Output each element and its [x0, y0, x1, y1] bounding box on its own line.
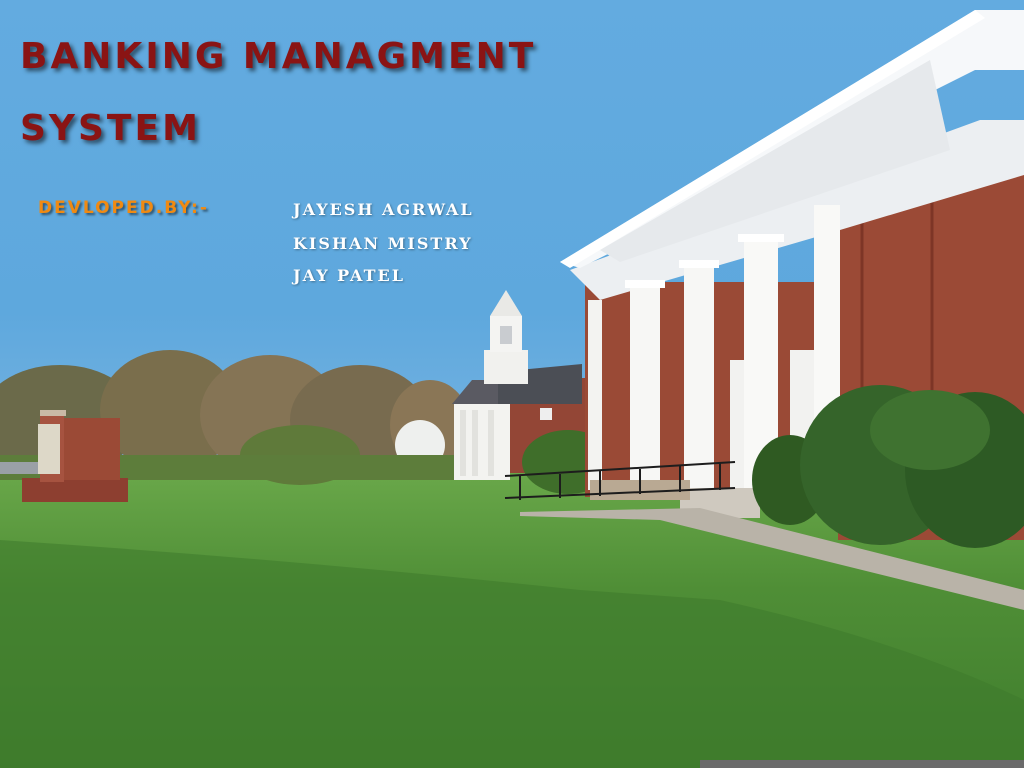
developed-by-label: DEVLOPED.BY:- — [38, 198, 209, 218]
developer-name: JAYESH AGRWAL — [293, 200, 474, 219]
curb — [700, 760, 1024, 768]
developer-name: KISHAN MISTRY — [293, 234, 473, 253]
road — [0, 462, 40, 474]
title-line-1: BANKING MANAGMENT — [20, 36, 537, 77]
developer-name: JAY PATEL — [293, 266, 405, 285]
title-line-2: SYSTEM — [20, 108, 201, 149]
slide-canvas: BANKING MANAGMENT SYSTEM DEVLOPED.BY:- J… — [0, 0, 1024, 768]
lawn-shadow — [0, 540, 1024, 768]
